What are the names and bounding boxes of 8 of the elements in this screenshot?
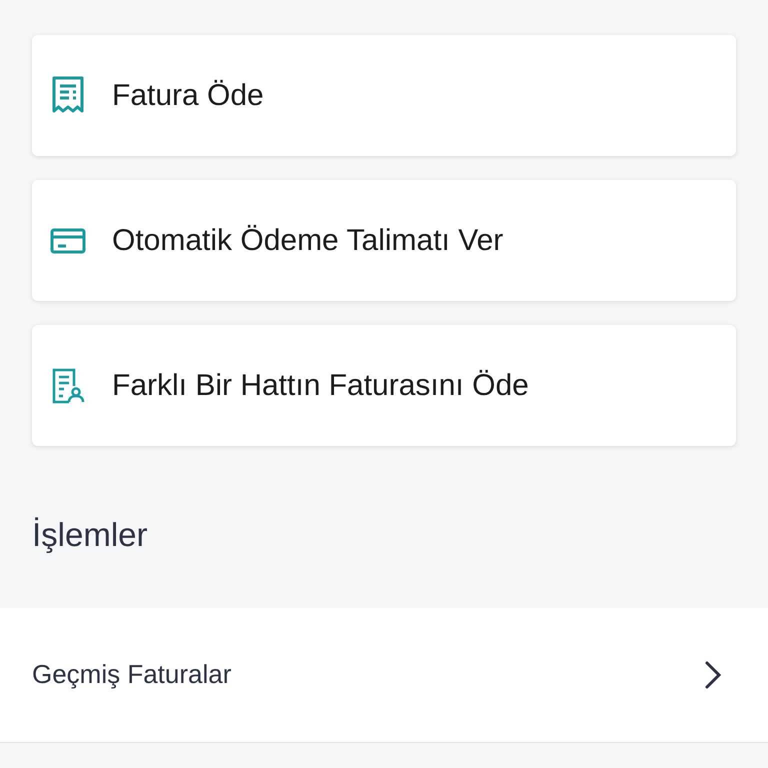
action-card[interactable]: Fatura Öde xyxy=(32,35,736,156)
list-item[interactable]: Geçmiş Faturalar xyxy=(0,608,768,742)
section-title: İşlemler xyxy=(31,515,149,555)
action-card[interactable]: Farklı Bir Hattın Faturasını Öde xyxy=(32,325,736,446)
credit-card-icon xyxy=(50,228,86,254)
action-card[interactable]: Otomatik Ödeme Talimatı Ver xyxy=(32,180,736,301)
chevron-right-icon xyxy=(704,660,722,690)
document-person-icon xyxy=(51,368,85,404)
